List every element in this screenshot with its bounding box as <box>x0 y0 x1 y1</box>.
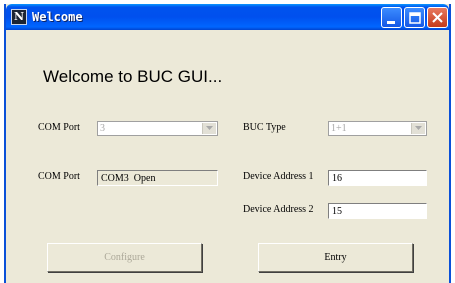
buc-type-dropdown-value: 1+1 <box>331 123 347 134</box>
device-address-1-label: Device Address 1 <box>243 171 314 182</box>
device-address-2-value: 15 <box>332 206 342 217</box>
minimize-icon <box>387 21 395 24</box>
close-icon <box>432 12 443 23</box>
entry-button[interactable]: Entry <box>258 243 413 272</box>
maximize-icon <box>409 12 421 24</box>
com-port-dropdown-arrow[interactable] <box>202 123 216 134</box>
configure-button[interactable]: Configure <box>47 243 202 272</box>
device-address-2-input[interactable]: 15 <box>328 203 427 219</box>
com-port-dropdown-value: 3 <box>100 123 105 134</box>
buc-type-dropdown-arrow[interactable] <box>411 123 425 134</box>
welcome-heading: Welcome to BUC GUI... <box>43 67 223 86</box>
device-address-1-input[interactable]: 16 <box>328 170 427 186</box>
window-title: Welcome <box>32 10 83 24</box>
com-port-status-value: COM3 Open <box>101 173 156 184</box>
welcome-window: N Welcome Welcome to BUC GUI... COM Port… <box>4 4 451 283</box>
chevron-down-icon <box>415 126 422 130</box>
title-bar[interactable]: N Welcome <box>6 4 449 30</box>
buc-type-label: BUC Type <box>243 122 286 133</box>
device-address-1-value: 16 <box>332 173 342 184</box>
app-icon[interactable]: N <box>11 9 27 25</box>
device-address-2-label: Device Address 2 <box>243 204 314 215</box>
com-port-status-field: COM3 Open <box>97 170 218 186</box>
minimize-button[interactable] <box>381 7 402 28</box>
buc-type-dropdown[interactable]: 1+1 <box>328 121 427 136</box>
com-port-dropdown[interactable]: 3 <box>97 121 218 136</box>
maximize-button[interactable] <box>404 7 425 28</box>
com-port-select-label: COM Port <box>38 122 80 133</box>
chevron-down-icon <box>206 126 213 130</box>
com-port-status-label: COM Port <box>38 171 80 182</box>
close-button[interactable] <box>427 7 448 28</box>
